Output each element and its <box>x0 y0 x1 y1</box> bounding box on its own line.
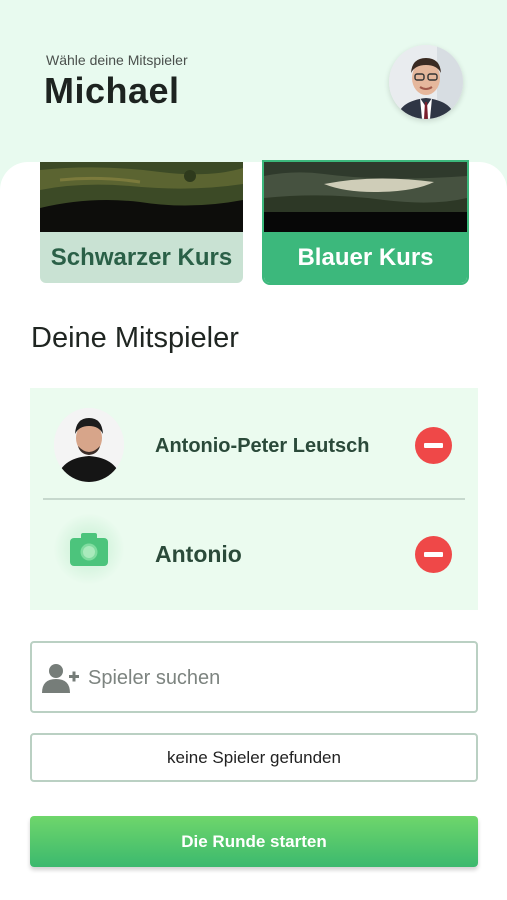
user-photo-icon <box>389 45 463 119</box>
minus-icon <box>424 552 443 557</box>
list-item: Antonio-Peter Leutsch <box>30 388 478 498</box>
course-card-blau[interactable]: Blauer Kurs <box>262 160 469 285</box>
empty-results-message: keine Spieler gefunden <box>30 733 478 782</box>
course-image <box>40 162 243 232</box>
players-list: Antonio-Peter Leutsch Antonio <box>30 388 478 610</box>
list-item: Antonio <box>30 499 478 609</box>
minus-icon <box>424 443 443 448</box>
player-avatar-placeholder[interactable] <box>54 514 124 584</box>
add-user-icon <box>42 664 79 693</box>
search-input[interactable] <box>88 661 458 695</box>
page-title: Michael <box>44 70 180 111</box>
header-subtitle: Wähle deine Mitspieler <box>46 52 188 68</box>
course-image <box>264 162 467 232</box>
player-search-field[interactable] <box>30 641 478 713</box>
course-label: Schwarzer Kurs <box>40 232 243 283</box>
user-avatar[interactable] <box>389 45 463 119</box>
player-name: Antonio-Peter Leutsch <box>155 435 370 457</box>
player-avatar <box>54 408 124 482</box>
remove-player-button[interactable] <box>415 427 452 464</box>
start-round-button[interactable]: Die Runde starten <box>30 816 478 867</box>
course-card-schwarz[interactable]: Schwarzer Kurs <box>40 162 243 283</box>
course-label: Blauer Kurs <box>264 232 467 283</box>
camera-icon <box>70 533 108 566</box>
remove-player-button[interactable] <box>415 536 452 573</box>
player-name: Antonio <box>155 541 242 567</box>
player-photo-icon <box>54 408 124 482</box>
section-title: Deine Mitspieler <box>31 322 239 354</box>
